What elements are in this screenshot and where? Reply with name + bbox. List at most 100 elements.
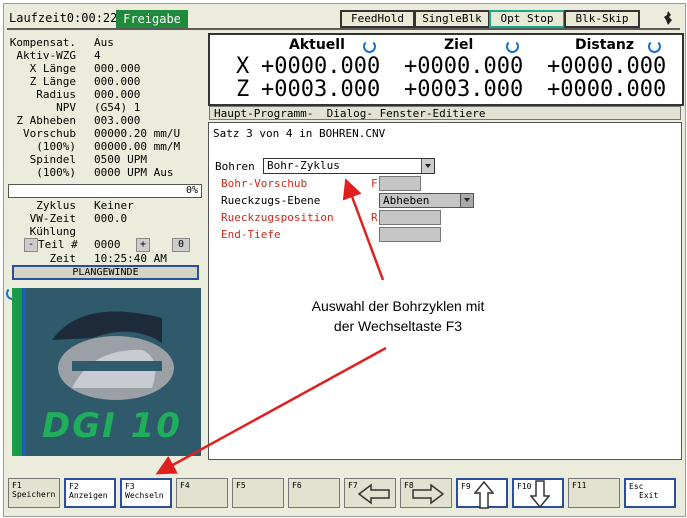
refresh-icon[interactable] <box>506 40 519 53</box>
dro-header-distanz: Distanz <box>575 37 635 53</box>
fkey-label: F11 <box>572 481 587 490</box>
status-value: 0000 UPM Aus <box>94 166 174 179</box>
chevron-down-icon[interactable] <box>460 194 473 207</box>
logo-text: DGI 10 <box>42 406 182 446</box>
fkey-label: F4 <box>180 481 190 490</box>
status-value: 000.000 <box>94 75 141 88</box>
zyklus-label: Zyklus <box>36 199 76 212</box>
end-tiefe-input[interactable] <box>379 227 441 242</box>
dro-distanz-x: +0000.000 <box>547 54 667 79</box>
f10-key[interactable]: F10 <box>512 478 564 508</box>
refresh-icon[interactable] <box>363 40 376 53</box>
dro-axis-z: Z <box>236 77 250 102</box>
vwzeit-label: VW-Zeit <box>29 212 76 225</box>
plangewinde-label[interactable]: PLANGEWINDE <box>12 265 199 280</box>
singleblk-button[interactable]: SingleBlk <box>414 10 490 28</box>
fkey-label: Wechseln <box>125 491 164 500</box>
freigabe-indicator: Freigabe <box>116 10 188 28</box>
status-value: 003.000 <box>94 114 141 127</box>
status-label: Spindel <box>29 153 76 166</box>
refresh-icon[interactable] <box>648 40 661 53</box>
rueckzugs-ebene-label: Rueckzugs-Ebene <box>221 194 321 207</box>
dro-axis-x: X <box>236 54 250 79</box>
f3-key[interactable]: F3 Wechseln <box>120 478 172 508</box>
dro-ziel-x: +0000.000 <box>404 54 524 79</box>
bohren-select[interactable]: Bohr-Zyklus <box>263 158 435 174</box>
progress-text: 0% <box>185 185 198 196</box>
f11-key[interactable]: F11 <box>568 478 620 508</box>
annotation-line-1: Auswahl der Bohrzyklen mit <box>311 298 485 314</box>
arrow-right-icon <box>412 483 445 505</box>
arrow-up-icon <box>474 481 494 509</box>
fkey-label: Speichern <box>12 490 56 499</box>
status-label: Z Abheben <box>16 114 76 127</box>
fkey-label: F5 <box>236 481 246 490</box>
status-label: Z Länge <box>29 75 76 88</box>
esc-key[interactable]: Esc Exit <box>624 478 676 508</box>
kuehlung-label: Kühlung <box>29 225 76 238</box>
dro-aktuell-z: +0003.000 <box>261 77 381 102</box>
teil-count-box: 0 <box>172 238 190 252</box>
status-label: X Länge <box>29 62 76 75</box>
status-value: Aus <box>94 36 114 49</box>
feedhold-button[interactable]: FeedHold <box>340 10 415 28</box>
f2-key[interactable]: F2 Anzeigen <box>64 478 116 508</box>
teil-minus-button[interactable]: - <box>24 238 38 252</box>
window-tabs[interactable]: Haupt-Programm- Dialog- Fenster-Editiere <box>209 106 681 120</box>
teil-plus-button[interactable]: + <box>136 238 150 252</box>
status-value: 0500 UPM <box>94 153 147 166</box>
status-label: NPV <box>56 101 76 114</box>
dro-header-ziel: Ziel <box>444 37 474 53</box>
f4-key[interactable]: F4 <box>176 478 228 508</box>
vwzeit-value: 000.0 <box>94 212 128 225</box>
f8-key[interactable]: F8 <box>400 478 452 508</box>
satz-text: Satz 3 von 4 in BOHREN.CNV <box>213 127 386 140</box>
dro-aktuell-x: +0000.000 <box>261 54 381 79</box>
zeit-label: Zeit <box>49 252 77 265</box>
fkey-label: Exit <box>639 491 659 500</box>
rueckzugs-ebene-value: Abheben <box>383 194 430 207</box>
bohr-vorschub-input[interactable] <box>379 176 421 191</box>
runtime-display: Laufzeit0:00:22 <box>9 11 118 25</box>
annotation-text: Auswahl der Bohrzyklen mit der Wechselta… <box>268 296 528 336</box>
chevron-down-icon[interactable] <box>421 159 434 173</box>
rueckzugs-ebene-select[interactable]: Abheben <box>379 193 474 208</box>
status-value: 4 <box>94 49 101 62</box>
zyklus-value: Keiner <box>94 199 134 212</box>
rueckzugsposition-input[interactable] <box>379 210 441 225</box>
status-label: Vorschub <box>23 127 76 140</box>
f5-key[interactable]: F5 <box>232 478 284 508</box>
optstop-button[interactable]: Opt Stop <box>489 10 565 28</box>
teil-label: Teil # <box>38 238 78 251</box>
f1-key[interactable]: F1 Speichern <box>8 478 60 508</box>
bohr-vorschub-label: Bohr-Vorschub <box>221 177 308 190</box>
fkey-label: Anzeigen <box>69 491 108 500</box>
status-value: (G54) 1 <box>94 101 141 114</box>
progress-bar: 0% <box>8 184 202 198</box>
f6-key[interactable]: F6 <box>288 478 340 508</box>
annotation-line-2: der Wechseltaste F3 <box>333 318 463 334</box>
fkey-label: F2 <box>69 482 79 491</box>
bohren-select-value: Bohr-Zyklus <box>267 159 340 172</box>
arrow-down-icon <box>530 480 550 508</box>
teil-value: 0000 <box>94 238 121 251</box>
fkey-label: F6 <box>292 481 302 490</box>
status-list: Kompensat. Aus Aktiv-WZG 4 X Länge 000.0… <box>8 33 202 183</box>
tool-icon <box>663 11 673 28</box>
status-value: 00000.20 mm/U <box>94 127 181 140</box>
fkey-label: F3 <box>125 482 135 491</box>
status-label: (100%) <box>36 140 76 153</box>
status-value: 00000.00 mm/M <box>94 140 181 153</box>
f7-key[interactable]: F7 <box>344 478 396 508</box>
status-label: Aktiv-WZG <box>16 49 76 62</box>
status-label: Kompensat. <box>9 36 76 49</box>
blkskip-button[interactable]: Blk-Skip <box>564 10 640 28</box>
dro-distanz-z: +0000.000 <box>547 77 667 102</box>
f9-key[interactable]: F9 <box>456 478 508 509</box>
fkey-label: Esc <box>629 482 644 491</box>
zeit-value: 10:25:40 AM <box>94 252 167 265</box>
logo-panel: DGI 10 <box>12 288 201 456</box>
status-value: 000.000 <box>94 88 141 101</box>
fkey-label: F1 <box>12 481 22 490</box>
arrow-left-icon <box>357 483 390 505</box>
